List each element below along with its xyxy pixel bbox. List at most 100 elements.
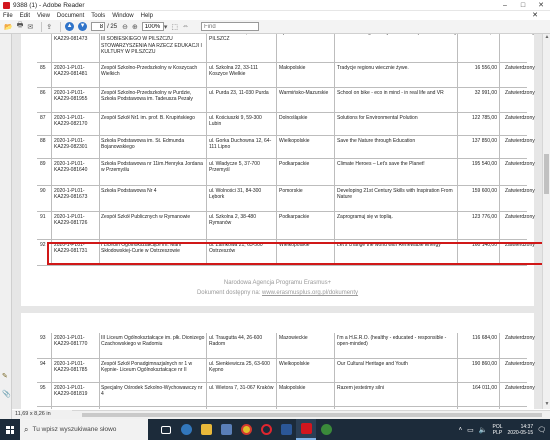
table-divider (499, 212, 500, 239)
toolbar-separator (60, 21, 62, 32)
table-divider (334, 136, 335, 158)
cell-title: I'm a H.E.R.O. (healthy - educated - res… (337, 335, 447, 348)
table-divider (276, 88, 277, 112)
zoom-dropdown-icon[interactable]: ▾ (164, 22, 168, 32)
cell-code: 2020-1-PL01-KA229-081770 (54, 335, 88, 348)
scroll-up-icon[interactable]: ▲ (543, 34, 550, 42)
taskbar: ⌕ Tu wpisz wyszukiwane słowo ˄ ▭ 🔈 POL P… (0, 419, 550, 440)
menu-window[interactable]: Window (112, 13, 133, 19)
cell-name: III Liceum Ogólnokształcące im. płk. Dio… (101, 335, 205, 348)
minimize-button[interactable]: – (496, 0, 514, 11)
menu-view[interactable]: View (37, 13, 50, 19)
zoom-in-icon[interactable]: ⊕ (132, 22, 138, 32)
cell-amount: 16 556,00 (474, 65, 497, 71)
fit-width-icon[interactable]: ⇔ (182, 22, 189, 32)
menu-document[interactable]: Document (57, 13, 84, 19)
table-row: 95 2020-1-PL01-KA229-081819 Specjalny Ośro… (37, 383, 535, 407)
find-input[interactable] (200, 22, 259, 31)
file-explorer-icon[interactable] (196, 419, 216, 440)
close-button[interactable]: ✕ (532, 0, 550, 11)
cell-code: 2020-1-PL01-KA229-081481 (54, 65, 88, 78)
scrollbar-thumb[interactable] (544, 154, 549, 194)
table-divider (499, 136, 500, 158)
notifications-icon[interactable]: 🗨 (537, 426, 546, 434)
hscrollbar-thumb[interactable] (82, 413, 542, 417)
table-divider (499, 186, 500, 211)
table-divider (99, 186, 100, 211)
cell-region: Dolnośląskie (279, 115, 308, 121)
page-number-input[interactable] (91, 22, 106, 31)
lang-line-2: PLP (492, 429, 503, 436)
volume-icon[interactable]: 🔈 (479, 426, 488, 434)
table-divider (334, 186, 335, 211)
open-icon[interactable]: 📂 (4, 22, 13, 32)
table-divider (51, 159, 52, 185)
attachment-icon[interactable]: 📎 (2, 390, 11, 398)
next-page-icon[interactable]: ▼ (78, 22, 88, 31)
language-indicator[interactable]: POL PLP (493, 424, 503, 436)
cell-code: 2020-1-PL01-KA229-081473 (54, 34, 88, 43)
table-divider (334, 34, 335, 62)
table-divider (499, 113, 500, 135)
table-divider (334, 407, 335, 409)
maximize-button[interactable]: □ (514, 0, 532, 11)
search-icon: ⌕ (24, 424, 29, 434)
footer-agency: Narodowa Agencja Programu Erasmus+ (223, 280, 332, 286)
table-divider (206, 159, 207, 185)
clock[interactable]: 14:37 2020-05-15 (508, 424, 534, 436)
edge-icon[interactable] (176, 419, 196, 440)
table-divider (99, 333, 100, 358)
cell-num: 84 (40, 34, 46, 36)
document-area[interactable]: 84 2020-1-PL01-KA229-081473 Z ODDZIAŁEM PR… (12, 34, 542, 409)
comment-icon[interactable]: ✎ (2, 372, 10, 380)
horizontal-scrollbar[interactable] (72, 410, 550, 419)
opera-icon[interactable] (256, 419, 276, 440)
cell-region: Warmińsko-Mazurskie (279, 90, 329, 96)
task-view-icon[interactable] (156, 419, 176, 440)
table-divider (334, 63, 335, 87)
print-icon[interactable]: 🖶 (17, 22, 24, 32)
app-icon[interactable] (316, 419, 336, 440)
page-dimensions: 11,69 x 8,26 in (12, 410, 72, 419)
zoom-out-icon[interactable]: ⊖ (122, 22, 128, 32)
menu-help[interactable]: Help (141, 13, 153, 19)
cell-title: Tradycje regionu wiecznie żywe. (337, 65, 409, 71)
store-icon[interactable] (216, 419, 236, 440)
menu-tools[interactable]: Tools (91, 13, 105, 19)
table-row: 88 2020-1-PL01-KA229-082301 Szkoła Podstaw… (37, 136, 535, 159)
pdf-page-9: 93 2020-1-PL01-KA229-081770 III Liceum Ogó… (21, 313, 535, 409)
adobe-reader-icon (3, 1, 10, 9)
document-close-icon[interactable]: ✕ (532, 11, 538, 20)
cell-title: Zaprogramuj się w toplią. (337, 214, 393, 220)
start-button[interactable] (0, 419, 20, 440)
email-icon[interactable]: ✉ (27, 22, 33, 32)
table-divider (99, 34, 100, 62)
zoom-input[interactable] (141, 22, 164, 31)
menu-file[interactable]: File (3, 13, 13, 19)
windows-icon (6, 425, 14, 434)
table-divider (206, 113, 207, 135)
table-divider (51, 383, 52, 406)
cell-status: Zatwierdzony (505, 115, 535, 121)
table-divider (99, 159, 100, 185)
cell-amount: 195 540,00 (471, 161, 497, 167)
menu-edit[interactable]: Edit (20, 13, 30, 19)
vertical-scrollbar[interactable]: ▲ ▼ (542, 34, 550, 409)
cell-num: 90 (40, 188, 46, 194)
fit-page-icon[interactable]: ⬚ (171, 22, 178, 32)
adobe-reader-task-icon[interactable] (296, 419, 316, 440)
table-divider (499, 407, 500, 409)
word-icon[interactable] (276, 419, 296, 440)
cell-status: Zatwierdzony (505, 34, 535, 36)
share-icon[interactable]: ⇪ (46, 22, 52, 32)
network-icon[interactable]: ▭ (467, 426, 474, 434)
table-divider (334, 212, 335, 239)
previous-page-icon[interactable]: ▲ (65, 22, 75, 31)
cell-addr: ul. Szkolna 2, 38-480 Rymanów (209, 214, 256, 227)
scroll-down-icon[interactable]: ▼ (543, 401, 550, 409)
taskbar-search[interactable]: ⌕ Tu wpisz wyszukiwane słowo (20, 419, 148, 440)
chrome-icon[interactable] (236, 419, 256, 440)
show-hidden-icons-icon[interactable]: ˄ (459, 427, 463, 433)
cell-num: 94 (40, 361, 46, 367)
footer-link[interactable]: www.erasmusplus.org.pl/dokumenty (262, 290, 358, 296)
